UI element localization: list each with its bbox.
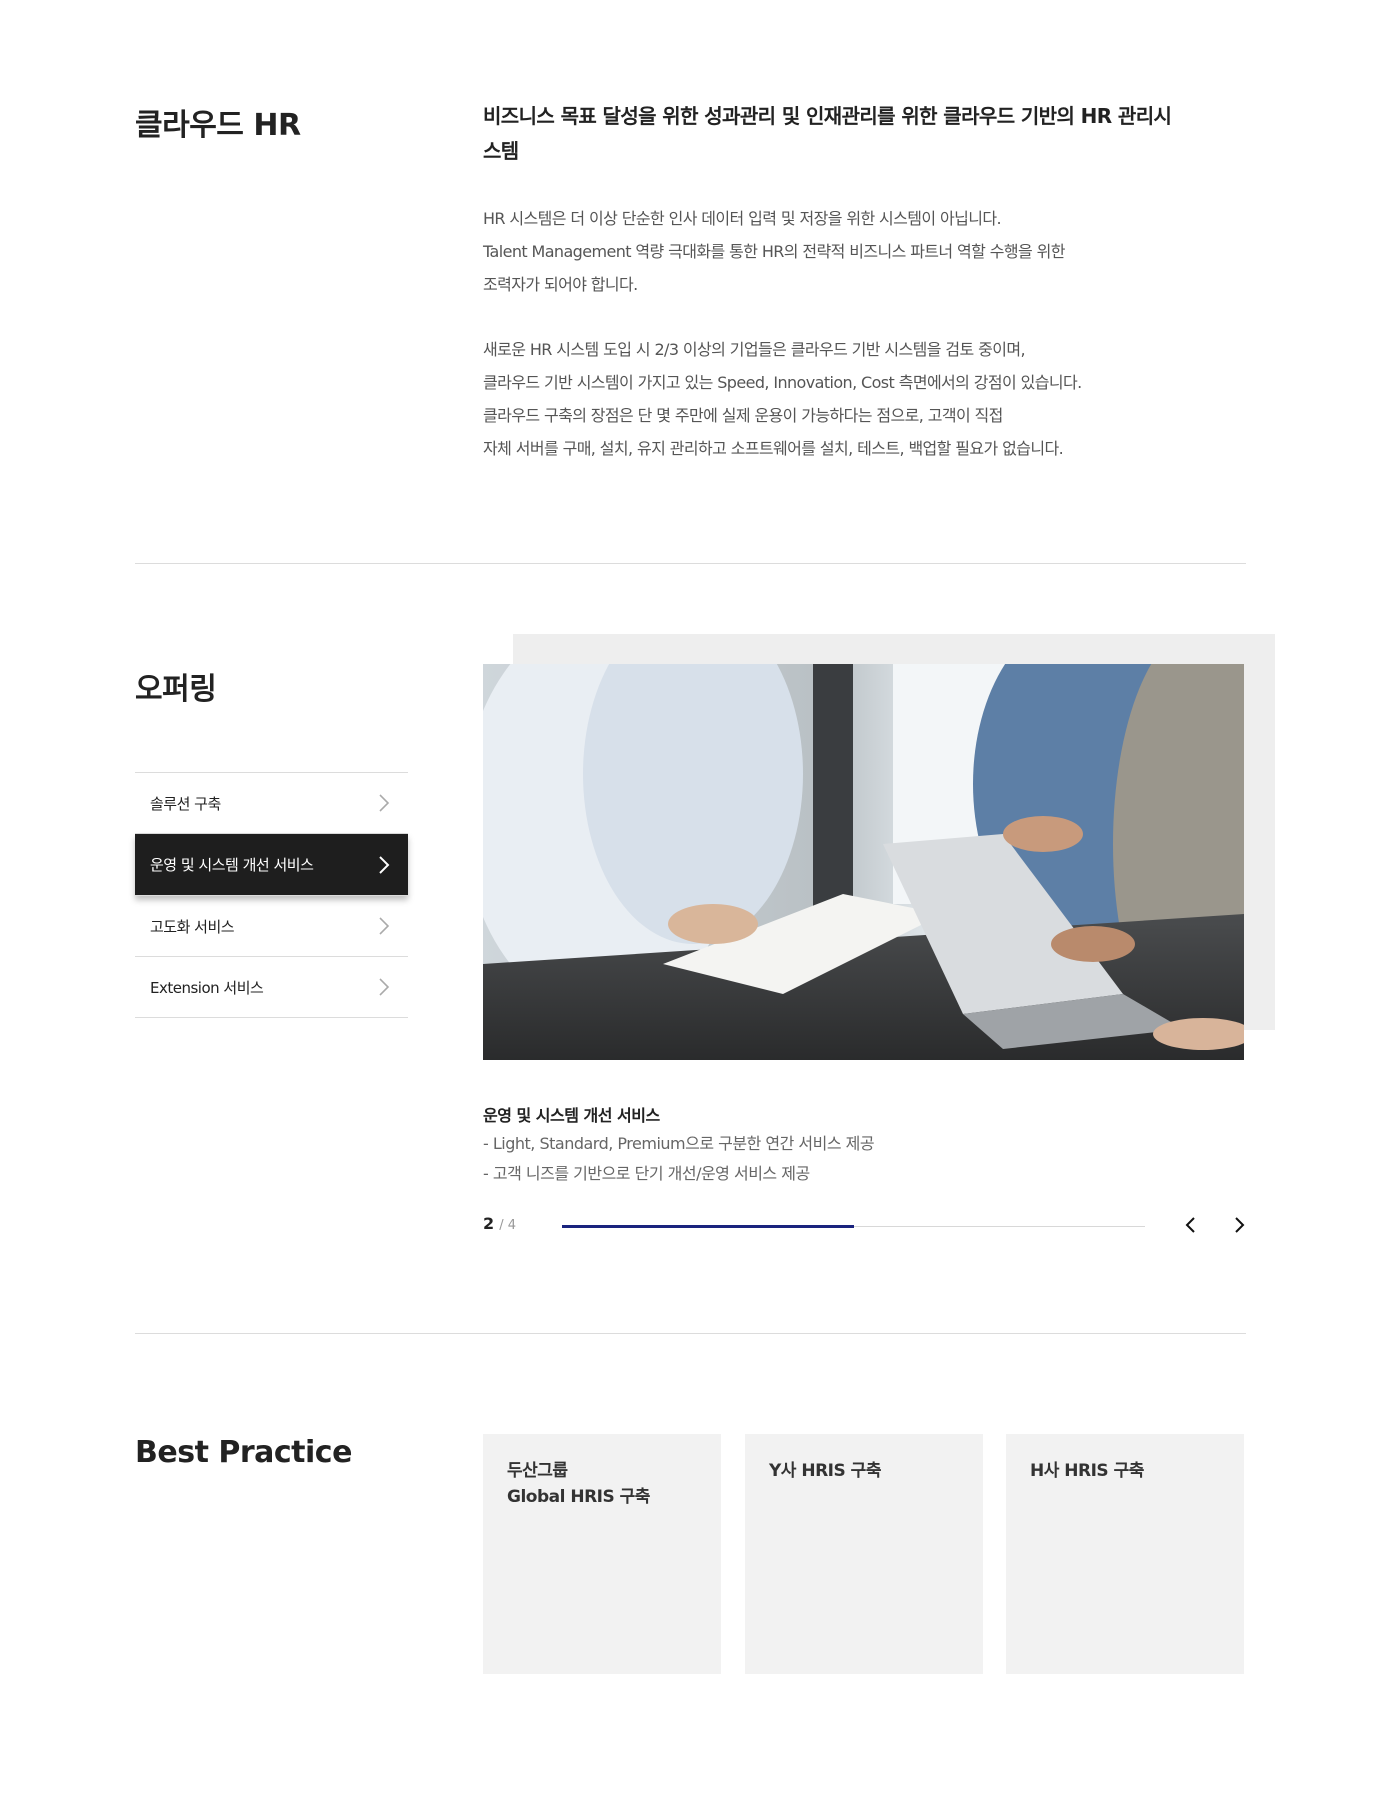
slide-progress-fill [562,1225,854,1228]
menu-item-label: Extension 서비스 [150,978,264,997]
prev-slide-button[interactable] [1180,1214,1202,1236]
paragraph-line: 새로운 HR 시스템 도입 시 2/3 이상의 기업들은 클라우드 기반 시스템… [483,340,1026,359]
slide-caption-list: - Light, Standard, Premium으로 구분한 연간 서비스 … [483,1129,875,1189]
paragraph-line: Talent Management 역량 극대화를 통한 HR의 전략적 비즈니… [483,242,1065,261]
slide-caption-title: 운영 및 시스템 개선 서비스 [483,1106,660,1125]
section-title-offering: 오퍼링 [135,672,217,707]
offering-menu-item-extension[interactable]: Extension 서비스 [135,957,408,1018]
offering-menu-item-advancement[interactable]: 고도화 서비스 [135,896,408,957]
offering-menu: 솔루션 구축 운영 및 시스템 개선 서비스 고도화 서비스 Extension… [135,772,408,1018]
section-divider [135,563,1246,564]
menu-item-label: 고도화 서비스 [150,917,235,936]
section-title-best-practice: Best Practice [135,1435,352,1470]
pager-current: 2 [483,1214,495,1233]
next-slide-button[interactable] [1228,1214,1250,1236]
paragraph-line: 클라우드 기반 시스템이 가지고 있는 Speed, Innovation, C… [483,373,1082,392]
best-practice-card[interactable]: H사 HRIS 구축 [1006,1434,1244,1674]
best-practice-card[interactable]: Y사 HRIS 구축 [745,1434,983,1674]
pager-total: / 4 [499,1218,517,1233]
paragraph-line: 클라우드 구축의 장점은 단 몇 주만에 실제 운용이 가능하다는 점으로, 고… [483,406,1003,425]
meeting-photo-illustration [483,664,1244,1060]
offering-photo [483,664,1244,1060]
cloud-hr-paragraph-1: HR 시스템은 더 이상 단순한 인사 데이터 입력 및 저장을 위한 시스템이… [483,202,1203,301]
paragraph-line: 조력자가 되어야 합니다. [483,275,638,294]
chevron-right-icon [379,978,390,996]
offering-menu-item-solution[interactable]: 솔루션 구축 [135,773,408,834]
slide-caption-line: - 고객 니즈를 기반으로 단기 개선/운영 서비스 제공 [483,1164,810,1183]
section-title-cloud-hr: 클라우드 HR [135,108,301,143]
section-divider [135,1333,1246,1334]
card-title: 두산그룹 Global HRIS 구축 [507,1461,650,1507]
offering-menu-item-operation[interactable]: 운영 및 시스템 개선 서비스 [135,834,408,896]
chevron-right-icon [379,917,390,935]
paragraph-line: HR 시스템은 더 이상 단순한 인사 데이터 입력 및 저장을 위한 시스템이… [483,209,1002,228]
cloud-hr-lead: 비즈니스 목표 달성을 위한 성과관리 및 인재관리를 위한 클라우드 기반의 … [483,104,1172,163]
paragraph-line: 자체 서버를 구매, 설치, 유지 관리하고 소프트웨어를 설치, 테스트, 백… [483,439,1064,458]
best-practice-card[interactable]: 두산그룹 Global HRIS 구축 [483,1434,721,1674]
menu-item-label: 솔루션 구축 [150,794,221,813]
card-title: H사 HRIS 구축 [1030,1461,1144,1481]
cloud-hr-paragraph-2: 새로운 HR 시스템 도입 시 2/3 이상의 기업들은 클라우드 기반 시스템… [483,333,1203,465]
chevron-right-icon [1235,1217,1245,1233]
slide-pager: 2 / 4 [483,1214,516,1233]
menu-item-label: 운영 및 시스템 개선 서비스 [150,856,314,874]
chevron-left-icon [1185,1217,1195,1233]
card-title: Y사 HRIS 구축 [769,1461,881,1481]
slide-caption-line: - Light, Standard, Premium으로 구분한 연간 서비스 … [483,1134,875,1153]
chevron-right-icon [379,794,390,812]
chevron-right-icon [379,855,390,874]
